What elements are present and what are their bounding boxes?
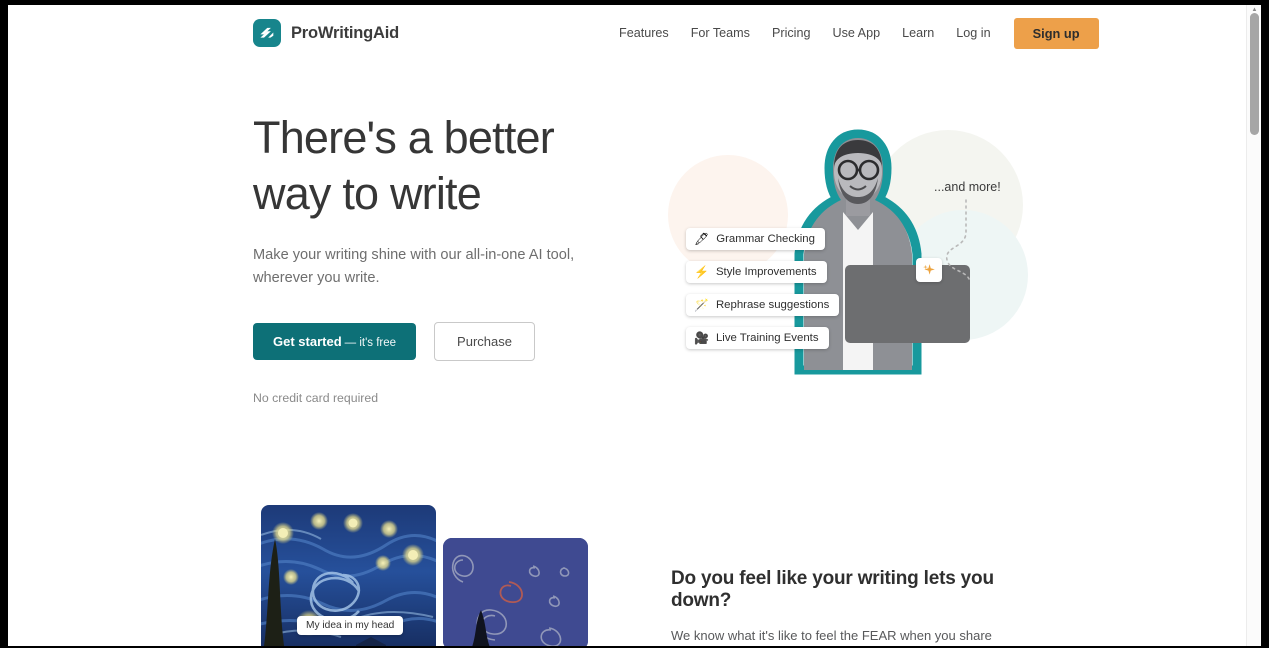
feather-pen-icon: 🖋	[694, 232, 710, 246]
section-two-title: Do you feel like your writing lets you d…	[671, 568, 994, 611]
brand-name: ProWritingAid	[291, 23, 400, 42]
section-two: Do you feel like your writing lets you d…	[671, 568, 1016, 646]
get-started-button[interactable]: Get started — it's free	[253, 323, 417, 360]
brand-logo[interactable]: ProWritingAid	[253, 19, 399, 47]
dotted-arrow-icon	[946, 199, 971, 283]
vertical-scrollbar[interactable]: ▲	[1246, 5, 1261, 646]
get-started-suffix: — it's free	[344, 337, 397, 349]
idea-tooltip: My idea in my head	[297, 616, 404, 635]
hero-subtitle: Make your writing shine with our all-in-…	[253, 247, 575, 286]
feature-chip-label: Rephrase suggestions	[715, 299, 830, 311]
feature-chip-label: Style Improvements	[715, 266, 817, 278]
feature-chip-style-improvements: ⚡ Style Improvements	[686, 261, 833, 287]
page-viewport: ProWritingAid Features For Teams Pricing…	[8, 5, 1261, 646]
stacked-pages-icon	[253, 19, 281, 47]
nav-link-learn[interactable]: Learn	[891, 26, 945, 40]
hero-section: There's a better way to write Make your …	[253, 110, 633, 405]
and-more-label: ...and more!	[934, 180, 1001, 194]
nav-link-use-app[interactable]: Use App	[821, 26, 891, 40]
hero-title: There's a better way to write	[253, 112, 555, 219]
nav-link-pricing[interactable]: Pricing	[761, 26, 822, 40]
feature-chip-label: Live Training Events	[715, 332, 819, 344]
feature-chip-label: Grammar Checking	[716, 233, 815, 245]
feature-chip-live-training-events: 🎥 Live Training Events	[686, 327, 835, 353]
nav-link-features[interactable]: Features	[608, 26, 680, 40]
get-started-label: Get started	[273, 334, 342, 349]
feature-chip-rephrase-suggestions: 🪄 Rephrase suggestions	[686, 294, 846, 320]
feature-chip-list: 🖋 Grammar Checking ⚡ Style Improvements …	[686, 228, 876, 360]
main-nav: Features For Teams Pricing Use App Learn…	[608, 5, 1099, 61]
feature-chip-grammar-checking: 🖋 Grammar Checking	[686, 228, 831, 254]
movie-camera-icon: 🎥	[694, 331, 709, 345]
idea-artwork-group: My idea in my head	[253, 500, 613, 646]
page-content: ProWritingAid Features For Teams Pricing…	[8, 5, 1246, 646]
no-credit-card-note: No credit card required	[253, 391, 379, 405]
site-header: ProWritingAid Features For Teams Pricing…	[8, 5, 1246, 61]
scrollbar-thumb[interactable]	[1250, 13, 1259, 135]
browser-frame: ProWritingAid Features For Teams Pricing…	[0, 0, 1269, 648]
lightning-bolt-icon: ⚡	[694, 265, 709, 279]
magic-wand-icon: 🪄	[694, 298, 709, 312]
sketch-card	[443, 538, 588, 646]
nav-link-log-in[interactable]: Log in	[945, 26, 1001, 40]
section-two-body: We know what it's like to feel the FEAR …	[671, 628, 992, 643]
sign-up-button[interactable]: Sign up	[1013, 17, 1099, 49]
hero-cta-group: Get started — it's free Purchase	[253, 322, 633, 361]
nav-link-for-teams[interactable]: For Teams	[680, 26, 761, 40]
purchase-button[interactable]: Purchase	[434, 322, 535, 361]
hero-illustration: 🖋 Grammar Checking ⚡ Style Improvements …	[648, 100, 1048, 400]
